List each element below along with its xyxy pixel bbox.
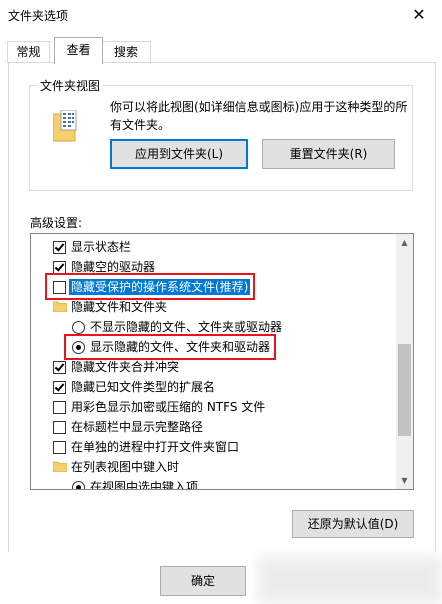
radio-button[interactable]	[72, 321, 85, 334]
title-bar: 文件夹选项 ✕	[0, 0, 442, 30]
list-item[interactable]: 隐藏受保护的操作系统文件(推荐)	[31, 277, 395, 297]
tab-general[interactable]: 常规	[7, 41, 50, 63]
obscured-buttons-area	[258, 556, 442, 604]
list-item-label: 隐藏文件夹合并冲突	[71, 360, 180, 374]
list-item-label: 在标题栏中显示完整路径	[71, 420, 204, 434]
list-item-label: 隐藏受保护的操作系统文件(推荐)	[69, 279, 251, 295]
window-title: 文件夹选项	[8, 9, 69, 23]
close-icon[interactable]: ✕	[396, 0, 442, 30]
checkbox[interactable]	[53, 361, 66, 374]
radio-button[interactable]	[72, 341, 85, 354]
scrollbar-thumb[interactable]	[398, 344, 411, 436]
folder-views-legend: 文件夹视图	[37, 77, 104, 94]
list-item[interactable]: 在视图中选中键入项	[31, 477, 395, 490]
list-item[interactable]: 显示状态栏	[31, 237, 395, 257]
list-item[interactable]: 在单独的进程中打开文件夹窗口	[31, 437, 395, 457]
list-item[interactable]: 用彩色显示加密或压缩的 NTFS 文件	[31, 397, 395, 417]
checkbox[interactable]	[53, 241, 66, 254]
list-item-label: 在视图中选中键入项	[90, 480, 199, 490]
checkbox[interactable]	[53, 421, 66, 434]
advanced-settings-label: 高级设置:	[30, 216, 83, 230]
checkbox[interactable]	[53, 261, 66, 274]
checkbox[interactable]	[53, 281, 66, 294]
list-item-label: 在单独的进程中打开文件夹窗口	[71, 440, 240, 454]
vertical-scrollbar[interactable]: ▲ ▼	[396, 234, 413, 489]
list-item[interactable]: 隐藏已知文件类型的扩展名	[31, 377, 395, 397]
list-item-label: 在列表视图中键入时	[71, 460, 180, 474]
list-item[interactable]: 显示隐藏的文件、文件夹和驱动器	[31, 337, 395, 357]
folder-views-description: 你可以将此视图(如详细信息或图标)应用于这种类型的所有文件夹。	[110, 100, 408, 132]
tab-search[interactable]: 搜索	[101, 41, 151, 63]
checkbox[interactable]	[53, 441, 66, 454]
list-item: 在列表视图中键入时	[31, 457, 395, 477]
restore-defaults-button[interactable]: 还原为默认值(D)	[292, 510, 414, 538]
folder-view-icon	[53, 110, 77, 142]
ok-button[interactable]: 确定	[160, 566, 246, 596]
checkbox[interactable]	[53, 381, 66, 394]
list-item[interactable]: 在标题栏中显示完整路径	[31, 417, 395, 437]
radio-button[interactable]	[72, 481, 85, 489]
list-item-label: 用彩色显示加密或压缩的 NTFS 文件	[71, 400, 266, 414]
scroll-down-icon[interactable]: ▼	[396, 472, 413, 489]
list-item: 隐藏文件和文件夹	[31, 297, 395, 317]
checkbox[interactable]	[53, 401, 66, 414]
list-item[interactable]: 不显示隐藏的文件、文件夹或驱动器	[31, 317, 395, 337]
scroll-up-icon[interactable]: ▲	[396, 234, 413, 251]
list-item[interactable]: 隐藏空的驱动器	[31, 257, 395, 277]
list-item-label: 显示隐藏的文件、文件夹和驱动器	[90, 340, 271, 354]
advanced-settings-list[interactable]: 显示状态栏 隐藏空的驱动器 隐藏受保护的操作系统文件(推荐) 隐藏文件和文件夹 …	[30, 233, 414, 490]
reset-folders-button[interactable]: 重置文件夹(R)	[262, 139, 395, 169]
folder-icon	[53, 461, 67, 472]
list-item[interactable]: 隐藏文件夹合并冲突	[31, 357, 395, 377]
apply-to-folders-button[interactable]: 应用到文件夹(L)	[110, 139, 248, 169]
list-item-label: 显示状态栏	[71, 240, 132, 254]
list-item-label: 不显示隐藏的文件、文件夹或驱动器	[90, 320, 283, 334]
tab-view[interactable]: 查看	[54, 37, 103, 64]
list-item-label: 隐藏已知文件类型的扩展名	[71, 380, 216, 394]
folder-icon	[53, 301, 67, 312]
list-item-label: 隐藏空的驱动器	[71, 260, 156, 274]
list-item-label: 隐藏文件和文件夹	[71, 300, 168, 314]
